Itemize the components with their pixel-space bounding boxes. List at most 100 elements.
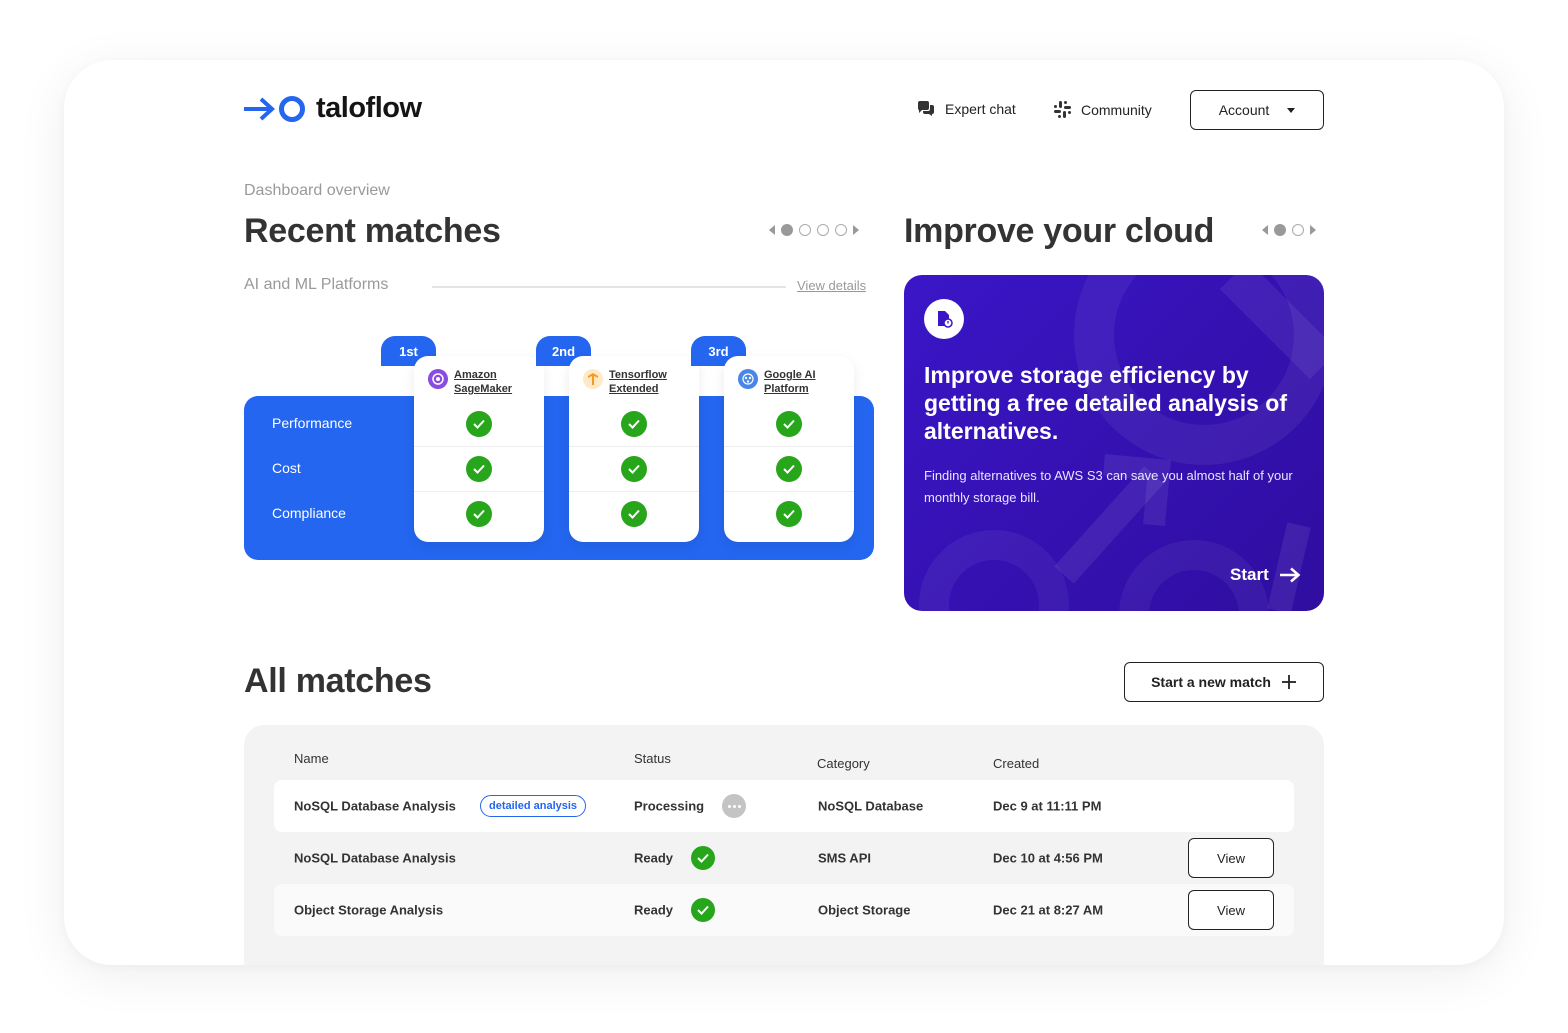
- matches-table: Name Status Category Created NoSQL Datab…: [244, 725, 1324, 965]
- view-details-link[interactable]: View details: [797, 278, 866, 293]
- pager-next-icon[interactable]: [853, 225, 859, 235]
- provider-name-line: Extended: [609, 383, 659, 395]
- column-header-category: Category: [817, 756, 870, 771]
- provider-card-sagemaker[interactable]: Amazon SageMaker: [414, 356, 544, 542]
- promo-title: Improve storage efficiency by getting a …: [924, 362, 1287, 444]
- cell-divider: [414, 446, 544, 447]
- pager-dot[interactable]: [817, 224, 829, 236]
- provider-header[interactable]: Tensorflow Extended: [583, 368, 667, 396]
- row-label-cost: Cost: [272, 460, 301, 476]
- account-dropdown[interactable]: Account: [1190, 90, 1324, 130]
- start-button[interactable]: Start: [1230, 565, 1301, 585]
- start-new-match-label: Start a new match: [1151, 674, 1271, 690]
- pager-next-icon[interactable]: [1310, 225, 1316, 235]
- check-icon: [776, 456, 802, 482]
- start-new-match-button[interactable]: Start a new match: [1124, 662, 1324, 702]
- provider-name[interactable]: Google AI Platform: [764, 368, 816, 396]
- ready-check-icon: [691, 846, 715, 870]
- pager-dot[interactable]: [781, 224, 793, 236]
- check-icon: [621, 456, 647, 482]
- community-label: Community: [1081, 101, 1152, 118]
- column-header-name: Name: [294, 751, 329, 766]
- arrow-right-icon: [1279, 567, 1301, 583]
- category-label: AI and ML Platforms: [244, 276, 389, 293]
- check-icon: [621, 411, 647, 437]
- pager-dot[interactable]: [1292, 224, 1304, 236]
- table-row[interactable]: Object Storage Analysis Ready Object Sto…: [274, 884, 1294, 936]
- row-status: Processing: [634, 798, 705, 814]
- plus-icon: [1281, 675, 1296, 689]
- chat-icon: [918, 101, 934, 116]
- tensorflow-icon: [583, 369, 603, 389]
- cell-divider: [724, 491, 854, 492]
- ready-check-icon: [691, 898, 715, 922]
- divider: [432, 286, 786, 288]
- pager-prev-icon[interactable]: [769, 225, 775, 235]
- provider-name-line: SageMaker: [454, 383, 513, 395]
- improve-cloud-title: Improve your cloud: [904, 212, 1215, 250]
- pager-dot[interactable]: [835, 224, 847, 236]
- community-link[interactable]: Community: [1054, 101, 1152, 118]
- row-label-performance: Performance: [272, 415, 353, 431]
- dashboard-overview-label: Dashboard overview: [244, 182, 390, 199]
- check-icon: [776, 501, 802, 527]
- provider-card-google-ai[interactable]: Google AI Platform: [724, 356, 854, 542]
- brand-name: taloflow: [316, 92, 422, 124]
- expert-chat-label: Expert chat: [945, 101, 1016, 117]
- row-created: Dec 9 at 11:11 PM: [993, 798, 1102, 814]
- provider-header[interactable]: Amazon SageMaker: [428, 368, 512, 396]
- provider-name-line: Platform: [764, 383, 809, 395]
- recent-matches-pager[interactable]: [769, 224, 859, 236]
- detailed-analysis-badge: detailed analysis: [480, 795, 587, 817]
- provider-name-line: Tensorflow: [609, 369, 667, 381]
- cell-divider: [724, 446, 854, 447]
- row-category: NoSQL Database: [818, 798, 924, 814]
- row-name: NoSQL Database Analysis: [294, 850, 456, 866]
- start-label: Start: [1230, 565, 1269, 584]
- pager-dot[interactable]: [1274, 224, 1286, 236]
- provider-header[interactable]: Google AI Platform: [738, 368, 816, 396]
- view-button[interactable]: View: [1188, 838, 1274, 878]
- row-label-compliance: Compliance: [272, 505, 346, 521]
- promo-description: Finding alternatives to AWS S3 can save …: [924, 468, 1293, 505]
- improve-storage-card[interactable]: Improve storage efficiency by getting a …: [904, 275, 1324, 611]
- expert-chat-link[interactable]: Expert chat: [917, 101, 1016, 117]
- cell-divider: [569, 446, 699, 447]
- row-status: Ready: [634, 850, 674, 866]
- slack-icon: [1054, 101, 1071, 118]
- cell-divider: [569, 491, 699, 492]
- check-icon: [776, 411, 802, 437]
- row-category: Object Storage: [818, 902, 911, 918]
- row-name: NoSQL Database Analysis: [294, 798, 456, 814]
- table-row[interactable]: NoSQL Database Analysis Ready SMS API De…: [274, 832, 1294, 884]
- recent-matches-title: Recent matches: [244, 212, 501, 250]
- cell-divider: [414, 491, 544, 492]
- chevron-down-icon: [1287, 107, 1296, 113]
- pager-dot[interactable]: [799, 224, 811, 236]
- check-icon: [621, 501, 647, 527]
- table-row[interactable]: NoSQL Database Analysis detailed analysi…: [274, 780, 1294, 832]
- row-category: SMS API: [818, 850, 871, 866]
- provider-name-line: Amazon: [454, 369, 497, 381]
- row-status: Ready: [634, 902, 674, 918]
- improve-cloud-pager[interactable]: [1262, 224, 1316, 236]
- account-label: Account: [1218, 102, 1270, 118]
- row-name: Object Storage Analysis: [294, 902, 444, 918]
- provider-name-line: Google AI: [764, 369, 816, 381]
- logo-arrow-icon: [244, 95, 305, 122]
- pager-prev-icon[interactable]: [1262, 225, 1268, 235]
- brand-logo[interactable]: taloflow: [244, 92, 422, 125]
- check-icon: [466, 456, 492, 482]
- row-created: Dec 21 at 8:27 AM: [993, 902, 1104, 918]
- google-ai-icon: [738, 369, 758, 389]
- provider-card-tensorflow[interactable]: Tensorflow Extended: [569, 356, 699, 542]
- provider-name[interactable]: Amazon SageMaker: [454, 368, 512, 396]
- row-created: Dec 10 at 4:56 PM: [993, 850, 1103, 866]
- app-frame: taloflow Expert chat Community Account D…: [64, 60, 1504, 965]
- check-icon: [466, 501, 492, 527]
- view-button[interactable]: View: [1188, 890, 1274, 930]
- processing-icon: [722, 794, 746, 818]
- check-icon: [466, 411, 492, 437]
- provider-name[interactable]: Tensorflow Extended: [609, 368, 667, 396]
- column-header-created: Created: [993, 756, 1040, 771]
